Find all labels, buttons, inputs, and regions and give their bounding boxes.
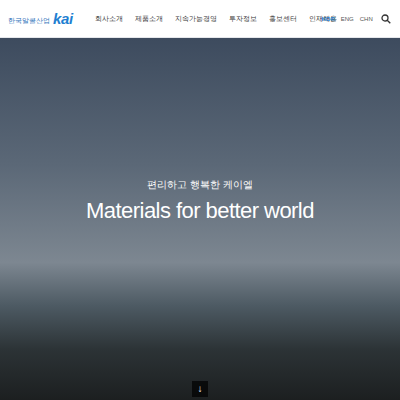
search-icon [381, 14, 391, 24]
hero-subtitle: 편리하고 행복한 케이엘 [147, 180, 253, 190]
main-nav: 회사소개제품소개지속가능경영투자정보홍보센터인재채용 [95, 15, 322, 22]
company-name: 한국알콜산업 [8, 17, 50, 26]
language-option[interactable]: ENG [341, 16, 354, 22]
nav-item[interactable]: 지속가능경영 [175, 15, 217, 22]
site-logo[interactable]: 한국알콜산업 kai [8, 11, 73, 26]
search-button[interactable] [381, 13, 392, 25]
nav-item[interactable]: 제품소개 [135, 15, 163, 22]
scroll-down-button[interactable]: ↓ [192, 381, 208, 397]
language-switcher: KOR ENG CHN [321, 16, 372, 22]
hero-title: Materials for better world [86, 200, 314, 222]
nav-item[interactable]: 홍보센터 [269, 15, 297, 22]
nav-item[interactable]: 회사소개 [95, 15, 123, 22]
language-option[interactable]: KOR [321, 16, 334, 22]
language-option[interactable]: CHN [360, 16, 373, 22]
hero: 편리하고 행복한 케이엘 Materials for better world … [0, 38, 400, 400]
brand-logo: kai [53, 11, 73, 26]
nav-item[interactable]: 투자정보 [229, 15, 257, 22]
site-header: 한국알콜산업 kai 회사소개제품소개지속가능경영투자정보홍보센터인재채용 KO… [0, 0, 400, 38]
